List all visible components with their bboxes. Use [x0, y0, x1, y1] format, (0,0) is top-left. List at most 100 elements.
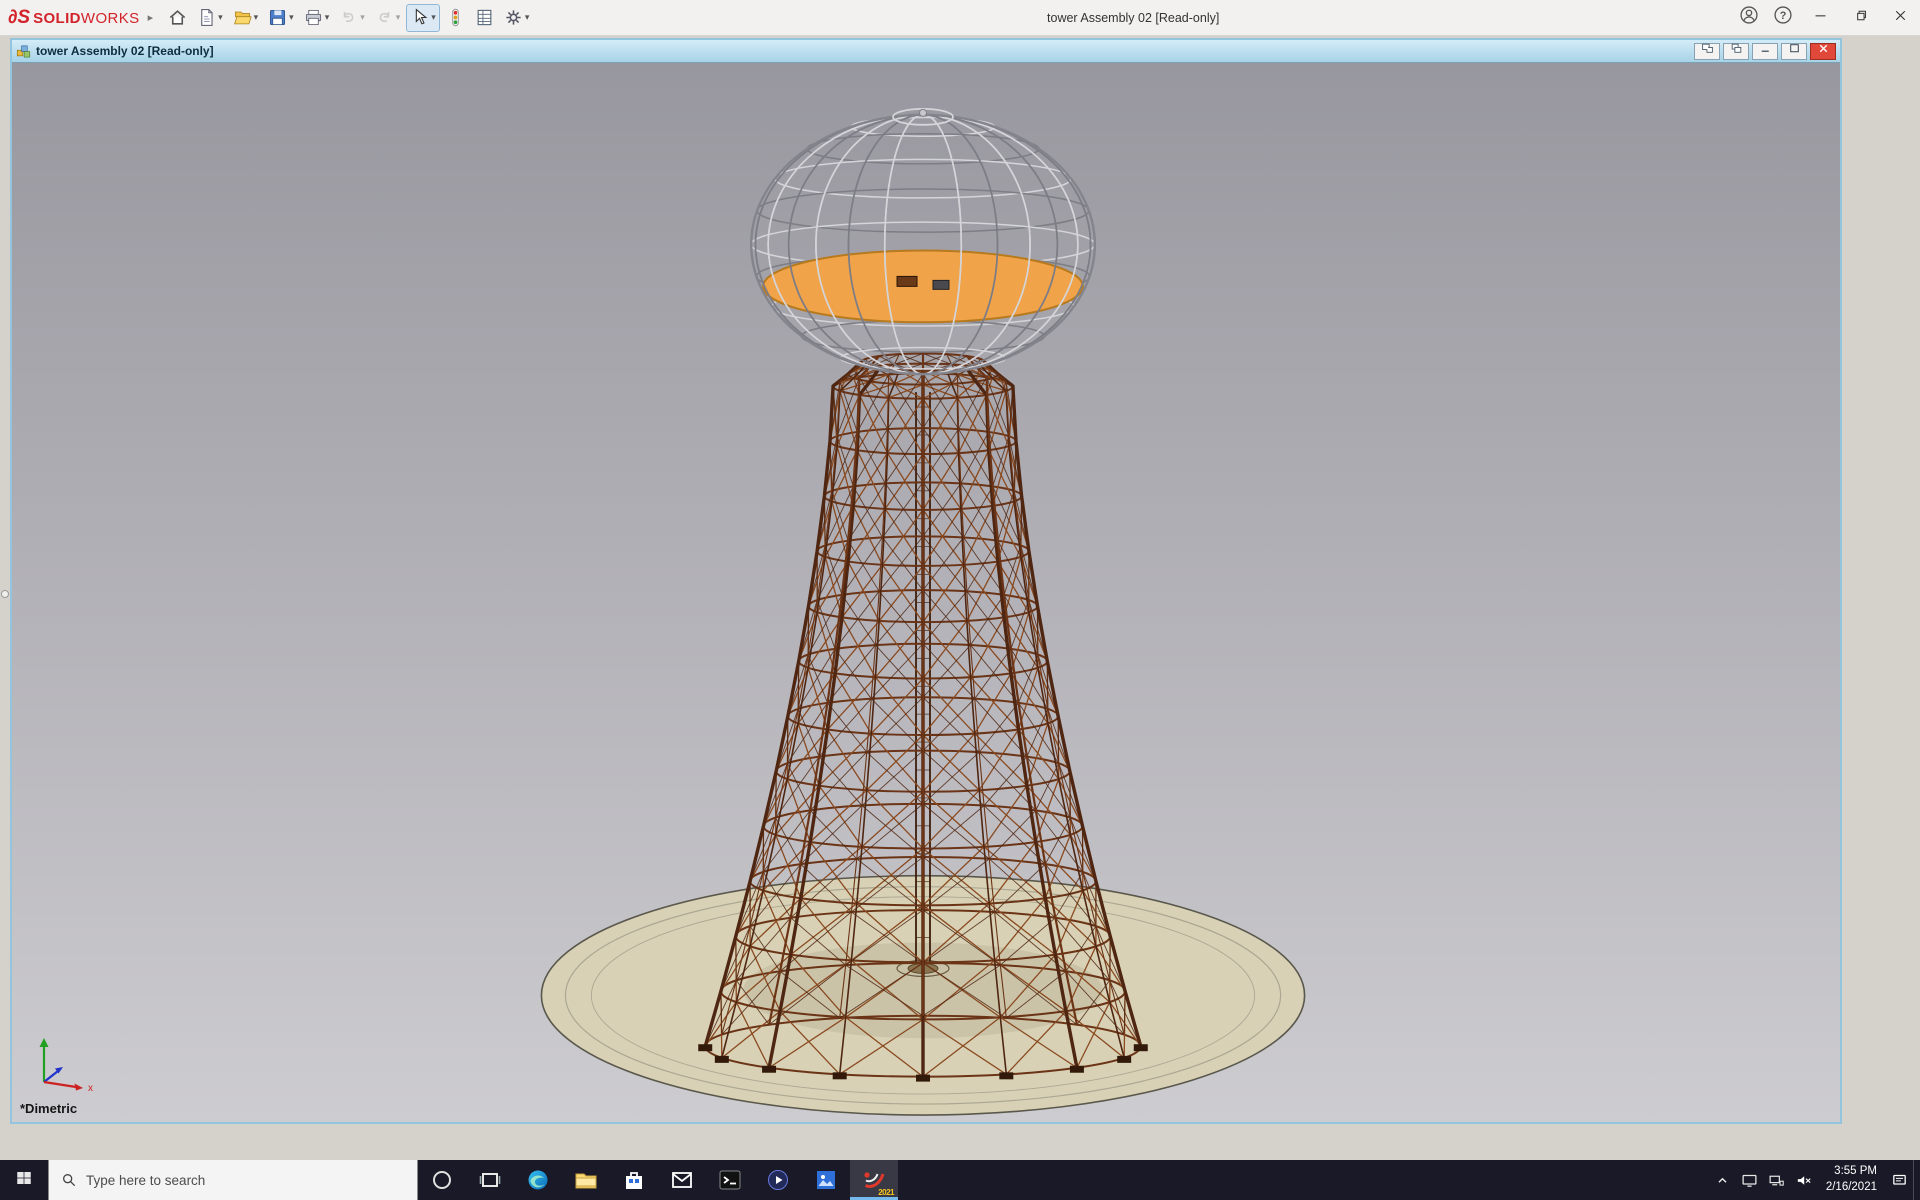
chevron-down-icon[interactable]: ▾	[218, 12, 223, 23]
document-new-window-button[interactable]	[1694, 43, 1720, 60]
document-minimize-button[interactable]	[1752, 43, 1778, 60]
rebuild-button[interactable]	[442, 4, 469, 32]
document-window-controls	[1691, 43, 1836, 60]
svg-text:?: ?	[1780, 10, 1787, 22]
orientation-triad[interactable]: x	[28, 1032, 102, 1094]
app-window-controls: ?	[1732, 0, 1920, 35]
windows-logo-icon	[15, 1169, 33, 1192]
show-desktop-button[interactable]	[1913, 1160, 1920, 1200]
cortana-app-button[interactable]	[418, 1160, 466, 1200]
photos-app-icon	[814, 1168, 838, 1192]
store-app-button[interactable]	[610, 1160, 658, 1200]
close-icon	[1892, 7, 1909, 29]
clock-time: 3:55 PM	[1826, 1164, 1877, 1180]
save-button[interactable]: ▾	[264, 4, 298, 32]
document-close-button[interactable]	[1810, 43, 1836, 60]
task-view-app-button[interactable]	[466, 1160, 514, 1200]
search-icon	[61, 1172, 77, 1188]
restore-icon	[1852, 7, 1869, 29]
print-button[interactable]: ▾	[300, 4, 334, 32]
quick-access-toolbar: ▾ ▾ ▾ ▾ ▾ ▾ ▾ ▾	[163, 0, 534, 35]
new-document-icon	[197, 8, 216, 27]
file-properties-button[interactable]	[471, 4, 498, 32]
window-title: tower Assembly 02 [Read-only]	[534, 11, 1732, 25]
select-icon	[410, 8, 429, 27]
tray-display-button[interactable]	[1736, 1160, 1763, 1200]
panel-splitter-handle[interactable]	[1, 590, 9, 598]
close-icon	[1817, 42, 1830, 60]
options-icon	[504, 8, 523, 27]
tray-volume-muted-button[interactable]	[1790, 1160, 1817, 1200]
restore-button[interactable]	[1840, 0, 1880, 35]
document-maximize-button[interactable]	[1781, 43, 1807, 60]
file-explorer-app-button[interactable]	[562, 1160, 610, 1200]
cortana-app-icon	[430, 1168, 454, 1192]
system-tray: 3:55 PM 2/16/2021	[1709, 1160, 1920, 1200]
chevron-down-icon[interactable]: ▾	[396, 12, 401, 23]
taskbar-search[interactable]	[48, 1160, 418, 1200]
select-button[interactable]: ▾	[406, 4, 440, 32]
taskbar-clock[interactable]: 3:55 PM 2/16/2021	[1817, 1164, 1886, 1195]
media-player-app-button[interactable]	[754, 1160, 802, 1200]
chevron-down-icon[interactable]: ▾	[325, 12, 330, 23]
chevron-down-icon[interactable]: ▾	[360, 12, 365, 23]
undo-button[interactable]: ▾	[335, 4, 369, 32]
options-button[interactable]: ▾	[500, 4, 534, 32]
cascade-icon	[1730, 42, 1743, 60]
chevron-down-icon[interactable]: ▾	[431, 12, 436, 23]
menu-expand-arrow-icon[interactable]: ▸	[148, 11, 154, 24]
graphics-viewport[interactable]: x *Dimetric	[12, 62, 1840, 1122]
tray-icons	[1709, 1160, 1817, 1200]
brand-name-bold: SOLID	[33, 10, 81, 27]
print-icon	[304, 8, 323, 27]
terminal-app-button[interactable]	[706, 1160, 754, 1200]
left-panel-strip	[0, 36, 10, 1160]
open-button[interactable]: ▾	[229, 4, 263, 32]
solidworks-app-button[interactable]: 2021	[850, 1160, 898, 1200]
dassault-logo-mark: ∂S	[8, 7, 30, 29]
network-icon	[1768, 1172, 1785, 1189]
volume-muted-icon	[1795, 1172, 1812, 1189]
app-version-badge: 2021	[878, 1188, 894, 1197]
new-window-icon	[1701, 42, 1714, 60]
taskbar: 2021 3:55 PM 2/16/2021	[0, 1160, 1920, 1200]
help-button[interactable]: ?	[1766, 0, 1800, 35]
task-view-app-icon	[478, 1168, 502, 1192]
document-cascade-button[interactable]	[1723, 43, 1749, 60]
assembly-document-icon	[16, 44, 31, 59]
document-title-bar[interactable]: tower Assembly 02 [Read-only]	[12, 40, 1840, 62]
document-window: tower Assembly 02 [Read-only] x *Dimetri…	[10, 38, 1842, 1124]
home-icon	[168, 8, 187, 27]
action-center-button[interactable]	[1886, 1160, 1913, 1200]
photos-app-button[interactable]	[802, 1160, 850, 1200]
start-button[interactable]	[0, 1160, 48, 1200]
app-title-bar: ∂S SOLID WORKS ▸ ▾ ▾ ▾ ▾ ▾ ▾ ▾ ▾ tower Assembly…	[0, 0, 1920, 36]
solidworks-logo: ∂S SOLID WORKS	[0, 7, 144, 29]
account-icon	[1739, 5, 1759, 30]
edge-app-button[interactable]	[514, 1160, 562, 1200]
hidden-icons-icon	[1714, 1172, 1731, 1189]
account-button[interactable]	[1732, 0, 1766, 35]
minimize-button[interactable]	[1800, 0, 1840, 35]
desktop-screen: ∂S SOLID WORKS ▸ ▾ ▾ ▾ ▾ ▾ ▾ ▾ ▾ tower Assembly…	[0, 0, 1920, 1200]
home-button[interactable]	[164, 4, 191, 32]
file-explorer-app-icon	[574, 1168, 598, 1192]
chevron-down-icon[interactable]: ▾	[254, 12, 259, 23]
save-icon	[268, 8, 287, 27]
view-orientation-label: *Dimetric	[20, 1101, 77, 1116]
tray-network-button[interactable]	[1763, 1160, 1790, 1200]
chevron-down-icon[interactable]: ▾	[525, 12, 530, 23]
redo-button[interactable]: ▾	[371, 4, 405, 32]
mail-app-button[interactable]	[658, 1160, 706, 1200]
new-document-button[interactable]: ▾	[193, 4, 227, 32]
action-center-icon	[1891, 1172, 1908, 1189]
mail-app-icon	[670, 1168, 694, 1192]
search-input[interactable]	[86, 1173, 405, 1188]
file-properties-icon	[475, 8, 494, 27]
tray-hidden-icons-button[interactable]	[1709, 1160, 1736, 1200]
taskbar-app-buttons: 2021	[418, 1160, 898, 1200]
close-button[interactable]	[1880, 0, 1920, 35]
chevron-down-icon[interactable]: ▾	[289, 12, 294, 23]
tower-assembly-model[interactable]	[12, 63, 1840, 1122]
minimize-icon	[1759, 42, 1772, 60]
